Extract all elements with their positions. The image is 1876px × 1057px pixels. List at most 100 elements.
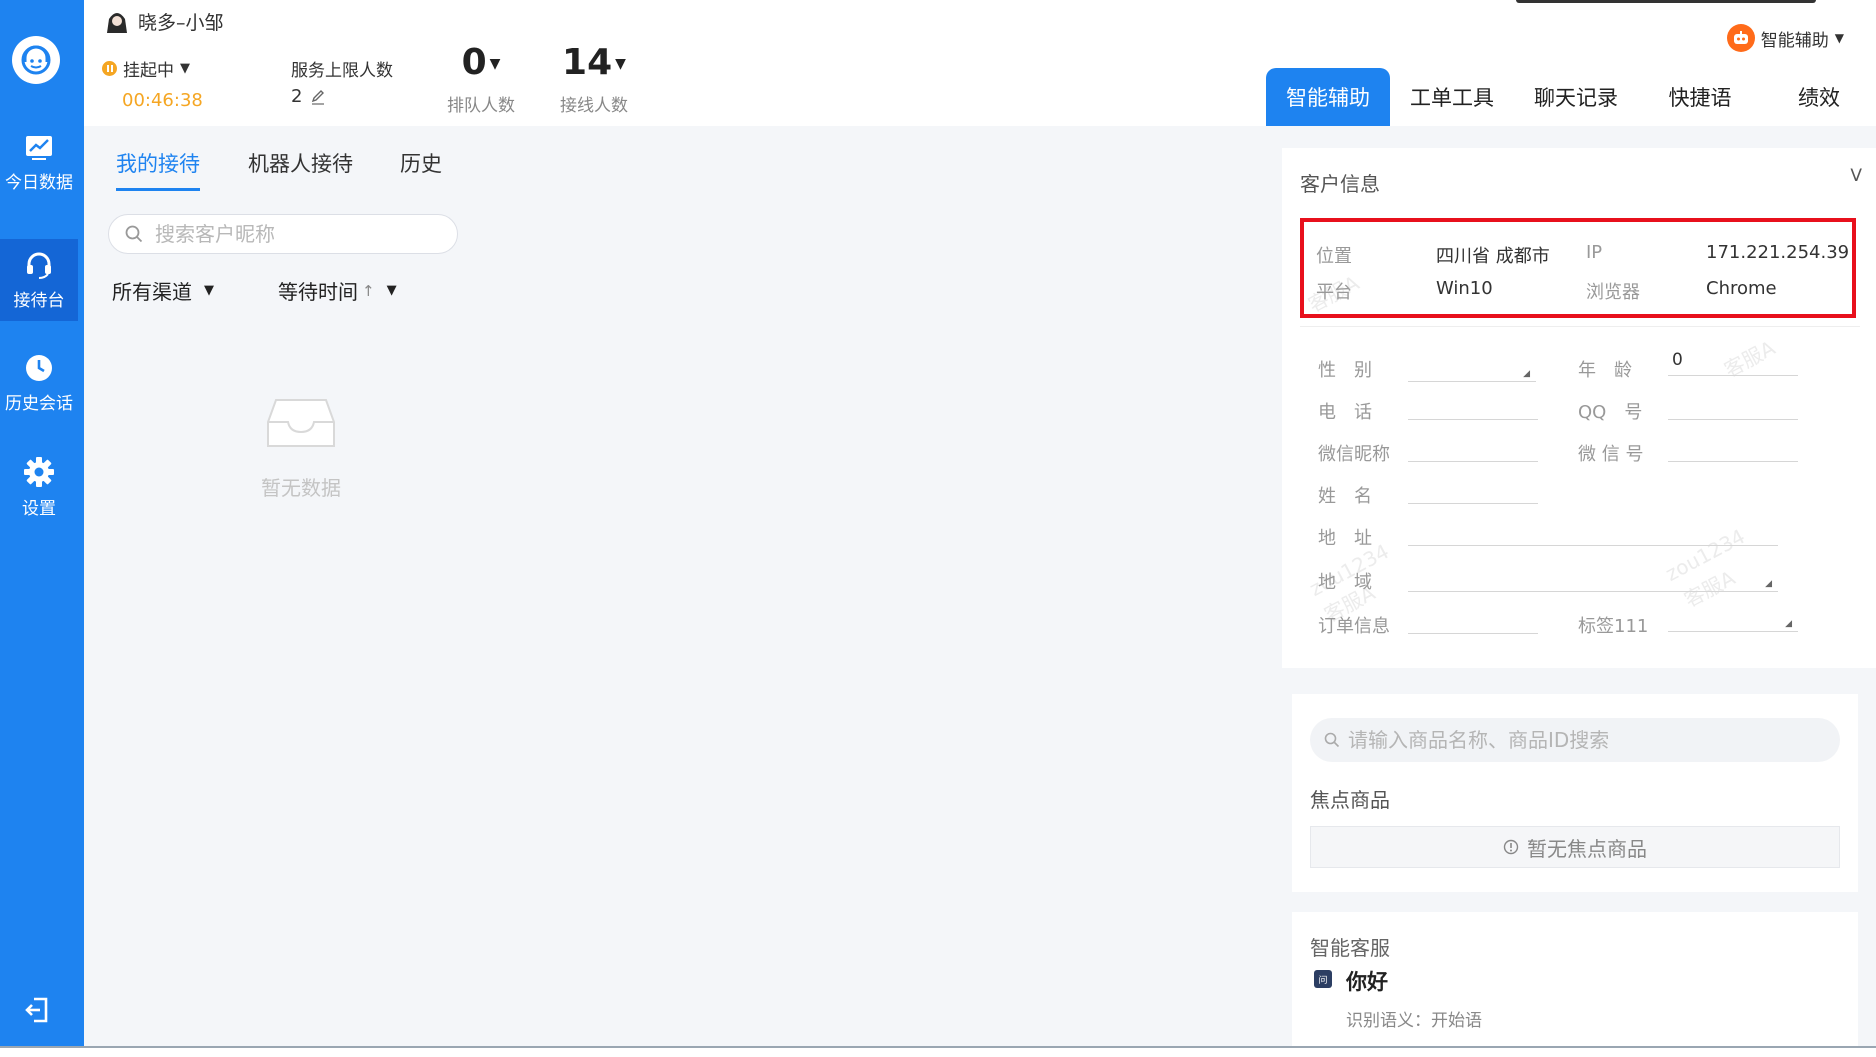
sort-filter[interactable]: 等待时间 ↑ ▼ [278,276,397,305]
tag-select[interactable]: ◢ [1668,606,1798,632]
caret-down-icon: ▼ [180,61,190,76]
wechat-id-input[interactable] [1668,436,1798,462]
nav-today-data[interactable]: 今日数据 [0,122,78,204]
wechat-nick-input[interactable] [1408,436,1538,462]
address-label: 地 址 [1318,528,1372,549]
agent-name: 晓多–小邹 [138,12,224,34]
customer-search [108,214,458,254]
left-rail: 今日数据 接待台 历史会话 设置 [0,0,84,1046]
status-dropdown[interactable]: 挂起中 ▼ [102,56,190,81]
qq-label: QQ 号 [1578,402,1643,423]
tag-label: 标签111 [1578,616,1649,637]
highlight-box: 位置 四川省 成都市 IP 171.221.254.39 平台 Win10 浏览… [1300,218,1856,318]
ai-service-card: 智能客服 问 你好 识别语义：开始语 [1292,912,1858,1046]
caret-down-icon: ▼ [386,283,397,298]
agent-info: 晓多–小邹 [106,8,224,35]
channel-filter-label: 所有渠道 [112,280,192,304]
nav-label: 接待台 [13,290,65,311]
nav-label: 历史会话 [5,393,73,414]
app-logo-icon [12,36,60,84]
online-label: 接线人数 [560,96,628,116]
service-limit-value[interactable]: 2 [291,86,326,107]
service-limit-number: 2 [291,86,303,107]
recognized-intent: 识别语义：开始语 [1346,1011,1482,1031]
nav-label: 今日数据 [5,172,73,193]
search-icon [125,225,143,243]
nav-reception-desk[interactable]: 接待台 [0,239,78,321]
collapse-toggle[interactable]: V [1850,166,1862,186]
avatar [106,8,128,35]
chart-icon [26,135,52,160]
caret-down-icon: ▼ [204,283,214,298]
robot-icon [1726,24,1755,52]
service-limit-label: 服务上限人数 [291,61,393,81]
tab-history[interactable]: 历史 [400,148,442,188]
tab-smart-assist[interactable]: 智能辅助 [1266,68,1390,126]
channel-filter[interactable]: 所有渠道 ▼ [112,276,214,305]
goods-card: 焦点商品 暂无焦点商品 [1292,694,1858,892]
bottom-border [0,1046,1876,1057]
region-label: 地 域 [1318,572,1372,593]
sort-asc-icon: ↑ [362,281,375,300]
location-label: 位置 [1316,246,1352,267]
tab-performance[interactable]: 绩效 [1762,68,1876,126]
caret-down-icon: ▼ [615,56,626,72]
no-focus-text: 暂无焦点商品 [1527,836,1647,861]
nav-history-sessions[interactable]: 历史会话 [0,342,78,424]
empty-state: 暂无数据 [234,396,368,501]
customer-info-title: 客户信息 [1300,172,1380,196]
platform-value: Win10 [1436,278,1493,299]
headset-icon [27,252,51,279]
age-label: 年 龄 [1578,360,1632,381]
name-input[interactable] [1408,478,1538,504]
select-arrow-icon: ◢ [1785,619,1792,629]
online-count: 14 [562,42,613,83]
info-icon [1503,839,1519,855]
phone-label: 电 话 [1318,402,1372,423]
chat-area [482,126,1264,1046]
queue-stat[interactable]: 0 ▼ 排队人数 [446,42,516,116]
smart-assist-label: 智能辅助 [1760,30,1829,51]
qq-input[interactable] [1668,394,1798,420]
caret-down-icon: ▼ [1834,31,1844,45]
tab-ticket-tools[interactable]: 工单工具 [1390,68,1514,126]
browser-value: Chrome [1706,278,1777,299]
logout-icon[interactable] [24,996,50,1028]
order-label: 订单信息 [1318,616,1390,637]
empty-text: 暂无数据 [261,476,341,500]
ip-value: 171.221.254.39 [1706,242,1850,263]
phone-input[interactable] [1408,394,1538,420]
region-select[interactable]: ◢ [1408,566,1778,592]
focus-goods-title: 焦点商品 [1310,788,1390,812]
edit-icon[interactable] [310,89,326,105]
right-panel: 智能辅助 ▼ 智能辅助 工单工具 聊天记录 快捷语 绩效 客户信息 V 客服A … [1264,0,1876,1046]
top-header: 晓多–小邹 挂起中 ▼ 00:46:38 服务上限人数 2 0 ▼ 排队人数 14… [84,0,1264,126]
tab-chat-records[interactable]: 聊天记录 [1514,68,1638,126]
wechat-nick-label: 微信昵称 [1318,444,1390,465]
no-focus-goods: 暂无焦点商品 [1310,826,1840,868]
recognized-question[interactable]: 你好 [1346,966,1388,996]
order-input[interactable] [1408,608,1538,634]
gear-icon [24,456,54,487]
divider [1300,326,1860,327]
online-stat[interactable]: 14 ▼ 接线人数 [554,42,634,116]
tab-robot-reception[interactable]: 机器人接待 [248,148,353,188]
nav-settings[interactable]: 设置 [0,446,78,528]
scroll-indicator [1516,0,1816,3]
goods-search [1310,718,1840,762]
customer-search-input[interactable] [155,222,435,246]
conversation-list-panel: 我的接待 机器人接待 历史 所有渠道 ▼ 等待时间 ↑ ▼ 暂无数据 [84,126,482,1046]
ai-service-title: 智能客服 [1310,936,1390,960]
address-input[interactable] [1408,520,1778,546]
gender-select[interactable]: ◢ [1408,356,1536,382]
clock-icon [26,354,52,381]
tab-my-reception[interactable]: 我的接待 [116,148,200,191]
queue-label: 排队人数 [447,96,515,116]
platform-label: 平台 [1316,282,1352,303]
pause-icon [102,61,117,76]
goods-search-input[interactable] [1348,728,1828,752]
right-panel-header: 智能辅助 ▼ 智能辅助 工单工具 聊天记录 快捷语 绩效 [1264,0,1876,126]
smart-assist-dropdown[interactable]: 智能辅助 ▼ [1726,24,1844,52]
tab-quick-phrases[interactable]: 快捷语 [1638,68,1762,126]
age-input[interactable]: 0 [1668,350,1798,376]
